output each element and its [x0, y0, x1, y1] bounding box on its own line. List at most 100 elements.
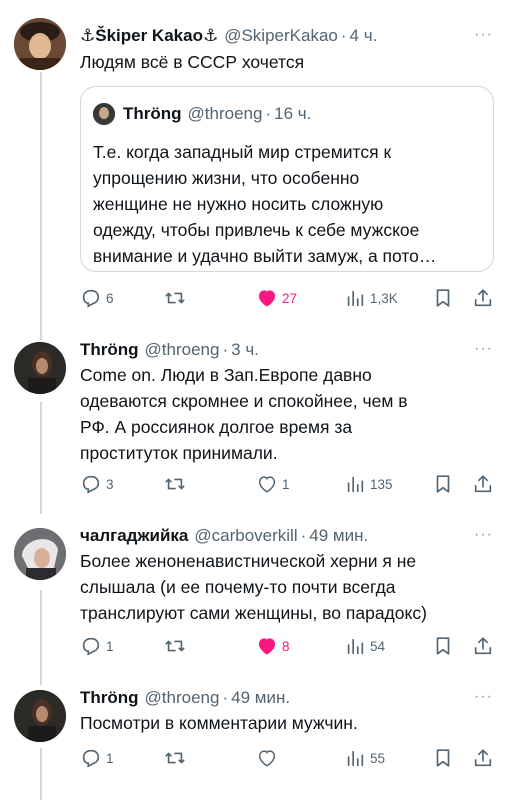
bookmark-icon	[436, 749, 450, 767]
avatar[interactable]	[14, 690, 66, 742]
bookmark-icon	[436, 289, 450, 307]
views-count: 1,3K	[370, 290, 398, 306]
reply-button[interactable]: 6	[80, 286, 114, 310]
separator-dot: ·	[222, 688, 229, 707]
views-button[interactable]: 1,3K	[344, 286, 398, 310]
retweet-icon	[165, 640, 185, 652]
quoted-tweet[interactable]: Thröng @throeng · 16 ч. Т.е. когда запад…	[80, 86, 494, 272]
like-count: 27	[282, 290, 298, 306]
avatar[interactable]	[14, 342, 66, 394]
reply-count: 3	[106, 476, 114, 492]
action-bar: 1 55	[80, 746, 494, 770]
like-button[interactable]: 1	[256, 472, 290, 496]
reply-button[interactable]: 3	[80, 472, 114, 496]
author-name[interactable]: чалгаджийка	[80, 526, 188, 546]
timestamp[interactable]: 4 ч.	[350, 26, 378, 46]
like-button[interactable]: 8	[256, 634, 290, 658]
share-icon	[474, 289, 492, 307]
tweet-header: чалгаджийка @carboverkill · 49 мин.	[80, 524, 491, 548]
retweet-button[interactable]	[164, 472, 190, 496]
like-icon	[258, 476, 276, 493]
quote-avatar	[93, 103, 115, 125]
retweet-button[interactable]	[164, 746, 190, 770]
bookmark-button[interactable]	[432, 286, 454, 310]
action-bar: 1 8 54	[80, 634, 494, 658]
tweet[interactable]: Thröng @throeng · 3 ч. ··· Come on. Люди…	[0, 336, 507, 496]
reply-button[interactable]: 1	[80, 634, 114, 658]
like-icon	[258, 750, 276, 767]
reply-icon	[82, 289, 100, 308]
action-bar: 6 27 1,3K	[80, 286, 494, 310]
views-button[interactable]: 55	[344, 746, 385, 770]
reply-button[interactable]: 1	[80, 746, 114, 770]
separator-dot: ·	[222, 340, 229, 359]
timestamp[interactable]: 3 ч.	[231, 340, 259, 360]
quote-header: Thröng @throeng · 16 ч.	[93, 103, 311, 125]
bookmark-icon	[436, 475, 450, 493]
share-icon	[474, 475, 492, 493]
like-button[interactable]: 27	[256, 286, 297, 310]
author-name[interactable]: Thröng	[80, 340, 139, 360]
views-icon	[347, 476, 364, 493]
retweet-button[interactable]	[164, 286, 190, 310]
bookmark-button[interactable]	[432, 634, 454, 658]
more-icon[interactable]: ···	[474, 526, 493, 544]
bookmark-icon	[436, 637, 450, 655]
share-button[interactable]	[472, 634, 494, 658]
quote-text: Т.е. когда западный мир стремится к упро…	[93, 142, 437, 266]
like-count: 8	[282, 638, 290, 654]
reply-count: 1	[106, 638, 114, 654]
author-name[interactable]: ⚓Škiper Kakao⚓	[80, 26, 218, 46]
views-icon	[347, 290, 364, 307]
more-icon[interactable]: ···	[474, 26, 493, 44]
tweet-text: Более женоненавистнической херни я не сл…	[80, 551, 427, 623]
more-icon[interactable]: ···	[474, 340, 493, 358]
tweet-header: Thröng @throeng · 49 мин.	[80, 686, 491, 710]
views-button[interactable]: 135	[344, 472, 393, 496]
like-button[interactable]	[256, 746, 282, 770]
tweet-text: Посмотри в комментарии мужчин.	[80, 713, 358, 733]
tweet[interactable]: чалгаджийка @carboverkill · 49 мин. ··· …	[0, 522, 507, 662]
like-icon	[258, 638, 276, 655]
author-name[interactable]: Thröng	[80, 688, 139, 708]
reply-count: 1	[106, 750, 114, 766]
views-button[interactable]: 54	[344, 634, 385, 658]
share-button[interactable]	[472, 472, 494, 496]
more-icon[interactable]: ···	[474, 688, 493, 706]
reply-icon	[82, 749, 100, 768]
timestamp[interactable]: 49 мин.	[309, 526, 368, 546]
tweet[interactable]: ⚓Škiper Kakao⚓ @SkiperKakao · 4 ч. ··· Л…	[0, 16, 507, 316]
quote-author-handle: @throeng	[187, 104, 263, 123]
share-button[interactable]	[472, 286, 494, 310]
share-button[interactable]	[472, 746, 494, 770]
quote-timestamp: 16 ч.	[274, 104, 312, 123]
share-icon	[474, 637, 492, 655]
separator-dot: ·	[340, 26, 347, 45]
retweet-icon	[165, 292, 185, 304]
bookmark-button[interactable]	[432, 472, 454, 496]
bookmark-button[interactable]	[432, 746, 454, 770]
tweet-header: ⚓Škiper Kakao⚓ @SkiperKakao · 4 ч.	[80, 24, 491, 48]
reply-count: 6	[106, 290, 114, 306]
like-icon	[258, 290, 276, 307]
author-handle[interactable]: @carboverkill	[194, 526, 297, 546]
retweet-button[interactable]	[164, 634, 190, 658]
views-count: 135	[370, 476, 393, 492]
author-handle[interactable]: @throeng	[145, 340, 220, 360]
avatar[interactable]	[14, 18, 66, 70]
views-count: 55	[370, 750, 386, 766]
separator-dot: ·	[300, 526, 307, 545]
tweet[interactable]: Thröng @throeng · 49 мин. ··· Посмотри в…	[0, 686, 507, 796]
author-handle[interactable]: @throeng	[145, 688, 220, 708]
views-count: 54	[370, 638, 386, 654]
action-bar: 3 1 135	[80, 472, 494, 496]
tweet-header: Thröng @throeng · 3 ч.	[80, 338, 491, 362]
author-handle[interactable]: @SkiperKakao	[224, 26, 338, 46]
avatar[interactable]	[14, 528, 66, 580]
reply-icon	[82, 637, 100, 656]
like-count: 1	[282, 476, 290, 492]
tweet-text: Людям всё в СССР хочется	[80, 52, 305, 72]
retweet-icon	[165, 478, 185, 490]
views-icon	[347, 750, 364, 767]
timestamp[interactable]: 49 мин.	[231, 688, 290, 708]
